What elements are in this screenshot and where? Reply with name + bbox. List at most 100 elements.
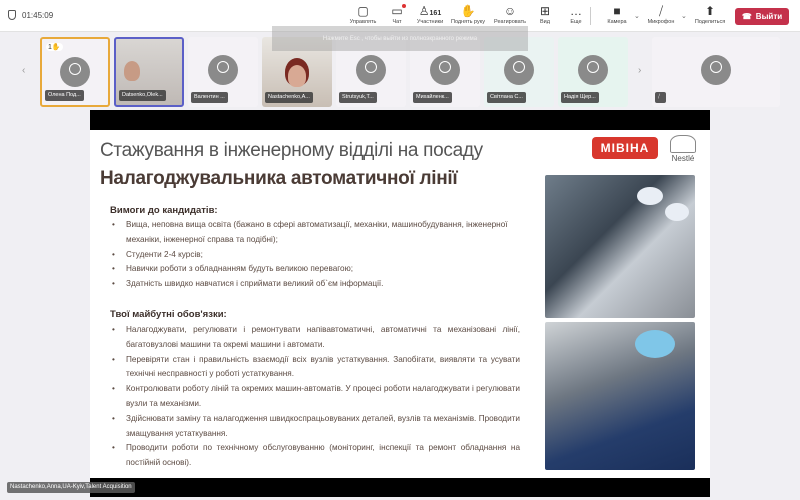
participant-tile[interactable]: ⧸ [652, 37, 780, 107]
requirements-heading: Вимоги до кандидатів: [110, 205, 218, 216]
hand-order: 1 [48, 44, 52, 51]
mivina-logo: МІВІНА [592, 137, 658, 159]
slide-letterbox-bottom [90, 478, 710, 497]
name-text: Валентин ... [194, 94, 225, 100]
camera-off-icon: ■ [613, 4, 621, 18]
avatar [701, 55, 731, 85]
mic-options-chevron-icon[interactable]: ⌄ [681, 12, 687, 20]
name-text: Strutsyuk,T... [342, 94, 374, 100]
camera-options-chevron-icon[interactable]: ⌄ [634, 12, 640, 20]
label: Поднять руку [451, 19, 485, 25]
list-item: Здійснювати заміну та налагодження швидк… [112, 412, 520, 442]
share-screen-icon: ▢ [357, 4, 369, 18]
list-item: Налагоджувати, регулювати і ремонтувати … [112, 323, 520, 353]
avatar [356, 55, 386, 85]
label: Чат [392, 19, 402, 25]
avatar [578, 55, 608, 85]
nestle-logo: Nestlé [670, 135, 696, 163]
people-icon: ♙161 [418, 4, 442, 18]
participant-name: Datsenko,Olek... [119, 90, 166, 101]
avatar [208, 55, 238, 85]
participant-name: Nastachenko,A... [265, 92, 313, 103]
more-icon: … [570, 4, 582, 18]
label: Поделиться [694, 19, 726, 25]
name-text: Datsenko,Olek... [122, 92, 163, 98]
participant-tile[interactable]: Datsenko,Olek... [114, 37, 184, 107]
label: Управлять [349, 19, 377, 25]
chat-icon: ▭ [391, 4, 406, 19]
duties-list: Налагоджувати, регулювати і ремонтувати … [112, 323, 520, 471]
participants-count: 161 [429, 10, 442, 17]
participant-name: Михайленк... [413, 92, 452, 103]
list-item: Здатність швидко навчатися і сприймати в… [112, 277, 520, 292]
participant-name: ⧸ [655, 92, 666, 103]
list-item: Студенти 2-4 курсів; [112, 248, 520, 263]
factory-photo [545, 175, 695, 318]
react-button[interactable]: ☺ Реагировать [490, 4, 530, 25]
timer-text: 01:45:09 [22, 10, 54, 20]
participant-name: Strutsyuk,T... [339, 92, 377, 103]
label: Участники [416, 19, 444, 25]
requirements-list: Вища, неповна вища освіта (бажано в сфер… [112, 218, 520, 292]
fullscreen-toast: Нажмите Esc , чтобы выйти из полноэкранн… [272, 26, 528, 51]
leave-label: Выйти [755, 12, 783, 21]
worker-photo [545, 322, 695, 470]
label: Микрофон [647, 19, 675, 25]
duties-heading: Твої майбутні обов'язки: [110, 309, 227, 320]
hand-icon: ✋ [460, 4, 476, 18]
smile-icon: ☺ [503, 4, 517, 18]
scroll-left-icon[interactable]: ‹ [22, 65, 25, 76]
name-text: Nastachenko,A... [268, 94, 310, 100]
shield-icon [8, 10, 16, 20]
participant-name: Світлана С... [487, 92, 526, 103]
video-face [288, 65, 306, 87]
participant-name: Олена Под... [45, 90, 84, 101]
hairnet [635, 330, 675, 358]
logo-text: Nestlé [671, 154, 695, 163]
label: Реагировать [494, 19, 526, 25]
meeting-timer: 01:45:09 [8, 10, 53, 20]
participant-tile[interactable]: Валентин ... [188, 37, 258, 107]
divider [590, 7, 591, 25]
toast-text: Нажмите Esc , чтобы выйти из полноэкранн… [322, 35, 478, 42]
participant-name: Валентин ... [191, 92, 228, 103]
hairnet [665, 203, 689, 221]
people-button[interactable]: ♙161 Участники [410, 4, 450, 25]
name-text: Олена Под... [48, 92, 81, 98]
participant-tile[interactable]: Надія Щер... [558, 37, 628, 107]
video-face [124, 61, 140, 81]
hairnet [637, 187, 663, 205]
mic-off-icon: ⧸ [658, 4, 664, 18]
list-item: Перевіряти стан і правильність взаємодії… [112, 353, 520, 383]
nest-icon [670, 135, 696, 153]
name-text: Надія Щер... [564, 94, 596, 100]
scroll-right-icon[interactable]: › [638, 65, 641, 76]
mic-off-icon: ⧸ [658, 94, 660, 100]
list-item: Контролювати роботу ліній та окремих маш… [112, 382, 520, 412]
caption-text: Nastachenko,Anna,UA-Kyiv,Talent Acquisit… [10, 484, 132, 490]
slide-letterbox-top [90, 110, 710, 130]
list-item: Навички роботи з обладнанням будуть вели… [112, 262, 520, 277]
avatar [430, 55, 460, 85]
shared-slide: Стажування в інженерному відділі на поса… [90, 130, 710, 478]
avatar [504, 55, 534, 85]
raise-hand-button[interactable]: ✋ Поднять руку [448, 4, 488, 25]
logo-text: МІВІНА [600, 141, 650, 155]
label: Вид [540, 19, 550, 25]
name-text: Михайленк... [416, 94, 449, 100]
camera-button[interactable]: ■ Камера [597, 4, 637, 25]
participant-tile[interactable]: 1✋ Олена Под... [40, 37, 110, 107]
slide-subtitle: Налагоджувальника автоматичної лінії [100, 168, 458, 189]
avatar [60, 57, 90, 87]
list-item: Вища, неповна вища освіта (бажано в сфер… [112, 218, 520, 248]
raised-hand-badge: 1✋ [46, 43, 63, 51]
grid-icon: ⊞ [539, 4, 551, 18]
participant-name: Надія Щер... [561, 92, 599, 103]
label: Еще [570, 19, 582, 25]
name-text: Світлана С... [490, 94, 523, 100]
share-icon: ⬆ [704, 4, 716, 18]
leave-button[interactable]: ☎ Выйти [735, 8, 789, 25]
mic-button[interactable]: ⧸ Микрофон [641, 4, 681, 25]
list-item: Проводити роботи по технічному обслугову… [112, 441, 520, 471]
share-button[interactable]: ⬆ Поделиться [690, 4, 730, 25]
